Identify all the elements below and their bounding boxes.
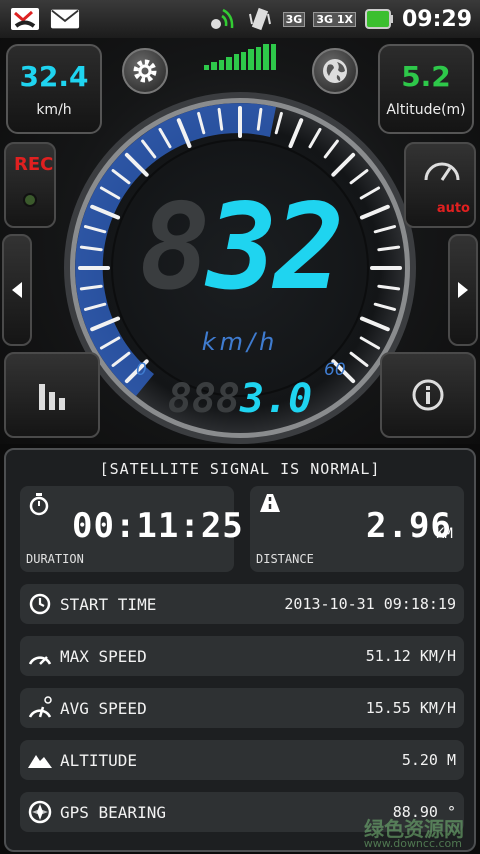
altitude-row: ALTITUDE 5.20 M [20, 740, 464, 780]
status-bar: 3G 3G 1X 09:29 [0, 0, 480, 38]
odometer-ghost-digits: 888 [167, 376, 240, 422]
gps-signal-icon [207, 6, 237, 32]
max-speed-value: 51.12 KM/H [365, 647, 456, 665]
mail-icon[interactable] [50, 6, 80, 32]
watermark-url: www.downcc.com [363, 837, 462, 850]
altitude-label: ALTITUDE [60, 750, 138, 770]
network-3g1x-icon: 3G 1X [313, 11, 356, 27]
globe-icon [323, 59, 347, 83]
gps-bearing-label: GPS BEARING [60, 802, 166, 822]
battery-icon [364, 6, 394, 32]
vibrate-icon [245, 6, 275, 32]
odometer-value: 3.0 [240, 376, 313, 422]
clock: 09:29 [401, 6, 472, 32]
mountain-icon [24, 744, 56, 776]
altitude-value: 5.20 M [401, 751, 456, 769]
gear-icon [133, 59, 157, 83]
compass-icon [24, 796, 56, 828]
odometer-display: 8883.0 [0, 376, 480, 422]
clock-icon [24, 588, 56, 620]
road-icon [260, 494, 280, 512]
stopwatch-icon [29, 493, 49, 516]
distance-card: 2.96 KM DISTANCE [250, 486, 464, 572]
speedometer-icon [24, 640, 56, 672]
avg-speed-value: 15.55 KM/H [365, 699, 456, 717]
altitude-readout[interactable]: 5.2 Altitude(m) [378, 44, 474, 134]
max-speed-label: MAX SPEED [60, 646, 147, 666]
avg-speed-row: AVG SPEED 15.55 KM/H [20, 688, 464, 728]
current-altitude: 5.2 [401, 60, 451, 93]
start-time-row: START TIME 2013-10-31 09:18:19 [20, 584, 464, 624]
map-button[interactable] [312, 48, 358, 94]
speedometer-area: 32.4 km/h 5.2 Altitude(m) REC auto 832 k… [0, 38, 480, 444]
max-speed-row: MAX SPEED 51.12 KM/H [20, 636, 464, 676]
speed-readout[interactable]: 32.4 km/h [6, 44, 102, 134]
network-3g-icon: 3G [282, 11, 306, 27]
record-label: REC [14, 154, 54, 175]
gps-signal-bars [204, 44, 277, 70]
big-speed-display: 832 [0, 178, 480, 316]
start-time-label: START TIME [60, 594, 157, 614]
big-speed-value: 32 [206, 178, 344, 316]
start-time-value: 2013-10-31 09:18:19 [284, 595, 456, 613]
avg-speed-icon [24, 692, 56, 724]
trip-info-panel: [SATELLITE SIGNAL IS NORMAL] 00:11:25 DU… [4, 448, 476, 852]
settings-button[interactable] [122, 48, 168, 94]
current-speed: 32.4 [19, 60, 89, 93]
avg-speed-label: AVG SPEED [60, 698, 147, 718]
duration-value: 00:11:25 [72, 506, 244, 546]
altitude-label: Altitude(m) [386, 102, 466, 118]
big-speed-ghost-digit: 8 [139, 178, 210, 316]
missed-call-icon[interactable] [10, 6, 40, 32]
distance-label: DISTANCE [256, 552, 314, 566]
duration-label: DURATION [26, 552, 84, 566]
speed-unit: km/h [36, 102, 72, 118]
gauge-unit: km/h [201, 328, 279, 356]
distance-unit: KM [436, 526, 453, 542]
satellite-status: [SATELLITE SIGNAL IS NORMAL] [99, 460, 381, 478]
duration-card: 00:11:25 DURATION [20, 486, 243, 572]
